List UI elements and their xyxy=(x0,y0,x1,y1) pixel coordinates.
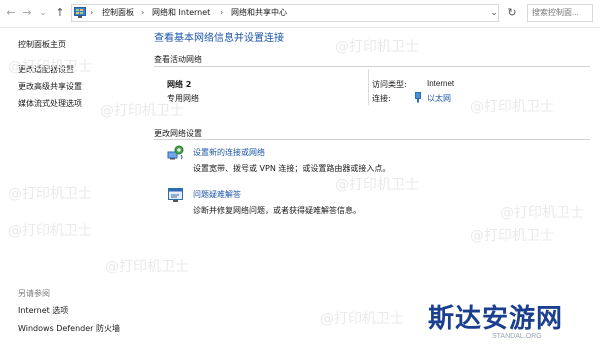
access-type-value: Internet xyxy=(427,79,455,88)
forward-button[interactable]: → xyxy=(20,5,34,21)
troubleshoot-link[interactable]: 问题疑难解答 xyxy=(193,189,241,200)
back-button[interactable]: ← xyxy=(4,5,18,21)
setup-connection-link[interactable]: 设置新的连接或网络 xyxy=(193,147,265,158)
network-name: 网络 2 xyxy=(167,80,192,89)
active-networks-label: 查看活动网络 xyxy=(154,55,202,64)
search-input[interactable]: 搜索控制面... xyxy=(527,4,593,22)
active-networks-divider xyxy=(154,66,590,67)
sidebar-item-advanced-sharing[interactable]: 更改高级共享设置 xyxy=(18,81,82,92)
watermark-text: @打印机卫士 xyxy=(100,103,184,119)
breadcrumb-separator: › xyxy=(141,8,145,17)
access-type-label: 访问类型: xyxy=(372,80,407,89)
see-also-label: 另请参阅 xyxy=(18,289,50,298)
connections-label: 连接: xyxy=(372,94,391,103)
address-dropdown-button[interactable]: ⌄ xyxy=(487,5,501,21)
watermark-text: @打印机卫士 xyxy=(500,205,584,221)
network-info-divider xyxy=(368,69,369,105)
refresh-button[interactable]: ↻ xyxy=(505,5,519,21)
watermark-text: @打印机卫士 xyxy=(470,99,554,115)
sidebar-item-media-streaming[interactable]: 媒体流式处理选项 xyxy=(18,98,82,109)
watermark-text: @打印机卫士 xyxy=(470,228,554,244)
watermark-text: @打印机卫士 xyxy=(105,259,189,275)
network-setup-icon xyxy=(167,145,185,161)
troubleshoot-description: 诊断并修复网络问题，或者获得疑难解答信息。 xyxy=(193,206,361,215)
recent-locations-button[interactable]: ⌄ xyxy=(36,5,50,21)
breadcrumb-separator: › xyxy=(90,8,94,17)
change-settings-label: 更改网络设置 xyxy=(154,129,202,138)
troubleshoot-icon xyxy=(168,188,184,203)
watermark-text: @打印机卫士 xyxy=(335,177,419,193)
watermark-text: @打印机卫士 xyxy=(8,223,92,239)
control-panel-icon xyxy=(74,7,86,18)
setup-connection-description: 设置宽带、拨号或 VPN 连接；或设置路由器或接入点。 xyxy=(193,164,391,173)
breadcrumb-sharing-center[interactable]: 网络和共享中心 xyxy=(231,4,287,22)
page-title: 查看基本网络信息并设置连接 xyxy=(154,33,284,44)
up-button[interactable]: ↑ xyxy=(53,5,67,21)
breadcrumb-network-internet[interactable]: 网络和 Internet xyxy=(152,4,210,22)
breadcrumb-control-panel[interactable]: 控制面板 xyxy=(102,4,134,22)
watermark-text: @打印机卫士 xyxy=(8,59,92,75)
watermark-text: @打印机卫士 xyxy=(320,311,404,327)
watermark-text: @打印机卫士 xyxy=(335,39,419,55)
sidebar-home-link[interactable]: 控制面板主页 xyxy=(18,39,66,50)
change-settings-divider xyxy=(154,139,590,140)
watermark-text: @打印机卫士 xyxy=(8,186,92,202)
brand-logo: 斯达安游网 xyxy=(428,304,564,334)
address-bar: ← → ⌄ ↑ › 控制面板 › 网络和 Internet › 网络和共享中心 … xyxy=(0,0,600,28)
ethernet-icon xyxy=(414,92,422,103)
see-also-firewall[interactable]: Windows Defender 防火墙 xyxy=(18,323,120,334)
see-also-internet-options[interactable]: Internet 选项 xyxy=(18,305,68,316)
brand-url: STANDAL.ORG xyxy=(492,333,542,340)
breadcrumb-separator: › xyxy=(220,8,224,17)
ethernet-connection-link[interactable]: 以太网 xyxy=(427,93,451,104)
